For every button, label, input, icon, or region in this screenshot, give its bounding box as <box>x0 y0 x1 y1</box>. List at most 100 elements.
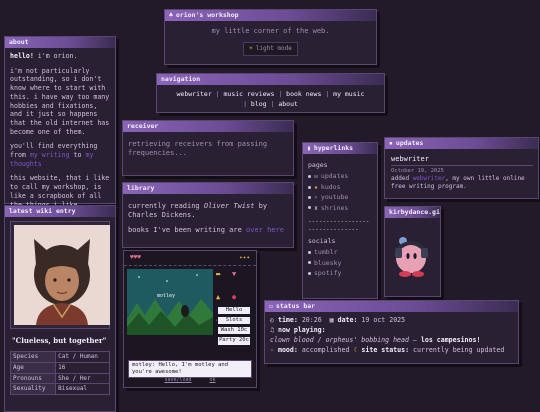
update-pre: added <box>391 175 413 183</box>
nav-blog[interactable]: blog <box>251 100 267 108</box>
cup-icon[interactable]: ▼ <box>232 270 246 291</box>
date-label: date: <box>337 316 358 324</box>
song-artist: los campesinos! <box>420 335 481 344</box>
link-youtube-label: youtube <box>320 193 349 202</box>
greeting-bold: hello! <box>10 52 34 60</box>
about-title: about <box>9 38 29 47</box>
nav-about[interactable]: about <box>278 100 298 108</box>
navigation-title: navigation <box>161 75 201 84</box>
updates-titlebar: ▪ updates <box>385 138 538 149</box>
link-shrines[interactable]: ♜ shrines <box>308 204 372 212</box>
link-bluesky-label: bluesky <box>314 258 342 267</box>
bell-icon: ▪ <box>389 139 393 148</box>
table-row: Species Cat / Human <box>9 351 110 363</box>
nav-webwriter[interactable]: webwriter <box>177 90 212 98</box>
time-value: 20:26 <box>301 316 322 324</box>
menu-party[interactable]: Party 20c <box>217 336 251 346</box>
bread-icon[interactable]: ▬ <box>216 270 230 291</box>
receiver-text: retrieving receivers from passing freque… <box>128 140 268 158</box>
stars-icon: ✦✦✦ <box>239 254 250 261</box>
hyperlinks-title: hyperlinks <box>313 144 354 153</box>
wiki-key: Pronouns <box>9 372 57 385</box>
pet-name: motley <box>157 293 175 299</box>
workshop-title: orion's workshop <box>175 11 239 20</box>
mood-label: mood: <box>277 345 298 354</box>
pages-label: pages <box>308 161 328 169</box>
receiver-title: receiver <box>127 122 159 131</box>
wiki-title: latest wiki entry <box>9 207 76 216</box>
nav-book-news[interactable]: book news <box>286 90 321 98</box>
wiki-key: Age <box>9 361 57 374</box>
nav-sep: | <box>278 90 283 98</box>
nav-sep: | <box>270 99 275 108</box>
mailbox-icon: ✉ <box>314 172 318 181</box>
sun-icon: ☀ <box>249 45 253 53</box>
calendar-icon: ▦ <box>329 316 334 324</box>
video-icon: ▪ <box>314 193 318 202</box>
update-entry-title: webwriter <box>391 155 533 167</box>
socials-label: socials <box>308 236 336 245</box>
sparkle-icon: ✧ <box>270 345 274 354</box>
wiki-quote: "Clueless, but together" <box>12 336 107 345</box>
wiki-portrait <box>10 221 110 329</box>
bullet-icon <box>308 250 311 254</box>
clock-icon: ◴ <box>270 316 274 324</box>
library-writing-pre: books I've been writing are <box>128 226 247 235</box>
wiki-window: latest wiki entry "Clueless, but togethe… <box>4 205 116 412</box>
date-value: 19 oct 2025 <box>361 316 406 324</box>
bullet-icon <box>308 185 311 189</box>
menu-hello[interactable]: Hello <box>217 306 251 316</box>
game-window: ♥♥♥ ✦✦✦ motley ▬ ▼ ▲ ● ◆ ■ Hello Slots W… <box>123 250 257 388</box>
status-title: status bar <box>275 302 316 311</box>
greeting-rest: i'm orion. <box>33 52 78 60</box>
time-label: time: <box>277 316 298 324</box>
link-bluesky[interactable]: bluesky <box>308 259 372 267</box>
library-reading-pre: currently reading <box>128 202 204 210</box>
hyperlinks-titlebar: ▮ hyperlinks <box>303 143 377 154</box>
save-load-button[interactable]: save/load <box>164 377 191 384</box>
kirby-window: kirbydance.gif <box>384 206 441 297</box>
kirby-titlebar: kirbydance.gif <box>385 207 440 218</box>
about-paragraph-1: i'm not particularly outstanding, so i d… <box>10 66 110 136</box>
link-tumblr[interactable]: tumblr <box>308 248 372 256</box>
about-titlebar: about <box>5 37 115 48</box>
light-mode-label: light mode <box>255 45 292 53</box>
my-writing-link[interactable]: my writing <box>30 151 70 159</box>
library-reading: currently reading Oliver Twist by Charle… <box>128 202 288 220</box>
kirby-title: kirbydance.gif <box>389 208 440 217</box>
moon-icon: ☾ <box>353 345 358 354</box>
updates-window: ▪ updates webwriter October 19, 2025 add… <box>384 137 539 199</box>
status-titlebar: ▭ status bar <box>265 301 518 312</box>
link-spotify[interactable]: spotify <box>308 269 372 277</box>
artist-sep: – <box>408 335 421 344</box>
link-tumblr-label: tumblr <box>314 248 338 257</box>
webwriter-update-link[interactable]: webwriter <box>413 175 446 182</box>
link-youtube[interactable]: ▪ youtube <box>308 193 372 201</box>
star-icon: ★ <box>314 182 318 191</box>
books-link[interactable]: over here <box>246 226 284 234</box>
nav-sep: | <box>215 90 220 98</box>
ok-button[interactable]: ok <box>210 377 216 384</box>
link-updates[interactable]: ✉ updates <box>308 172 372 180</box>
character-portrait-image <box>14 225 110 325</box>
bullet-icon <box>308 175 311 179</box>
update-entry-text: added webwriter, my own little online fr… <box>391 175 533 191</box>
hearts-icon: ♥♥♥ <box>130 254 141 261</box>
link-kudos[interactable]: ★ kudos <box>308 183 372 191</box>
wiki-info-table: Species Cat / Human Age 16 Pronouns She / H… <box>9 351 110 396</box>
navigation-titlebar: navigation <box>157 74 384 85</box>
window-icon: ▭ <box>269 302 273 311</box>
nav-my-music[interactable]: my music <box>333 90 364 98</box>
bullet-icon <box>308 206 311 210</box>
nav-music-reviews[interactable]: music reviews <box>224 90 275 98</box>
table-row: Age 16 <box>9 361 110 374</box>
menu-slots[interactable]: Slots <box>217 316 251 326</box>
receiver-window: receiver retrieving receivers from passi… <box>122 120 294 176</box>
wiki-key: Species <box>9 351 57 363</box>
updates-title: updates <box>395 139 424 148</box>
light-mode-button[interactable]: ☀ light mode <box>243 42 298 56</box>
now-playing-row: ♫ now playing: <box>270 326 513 336</box>
shrine-icon: ♜ <box>314 203 318 212</box>
menu-wash[interactable]: Wash 10c <box>217 326 251 336</box>
nav-sep: | <box>243 99 247 108</box>
